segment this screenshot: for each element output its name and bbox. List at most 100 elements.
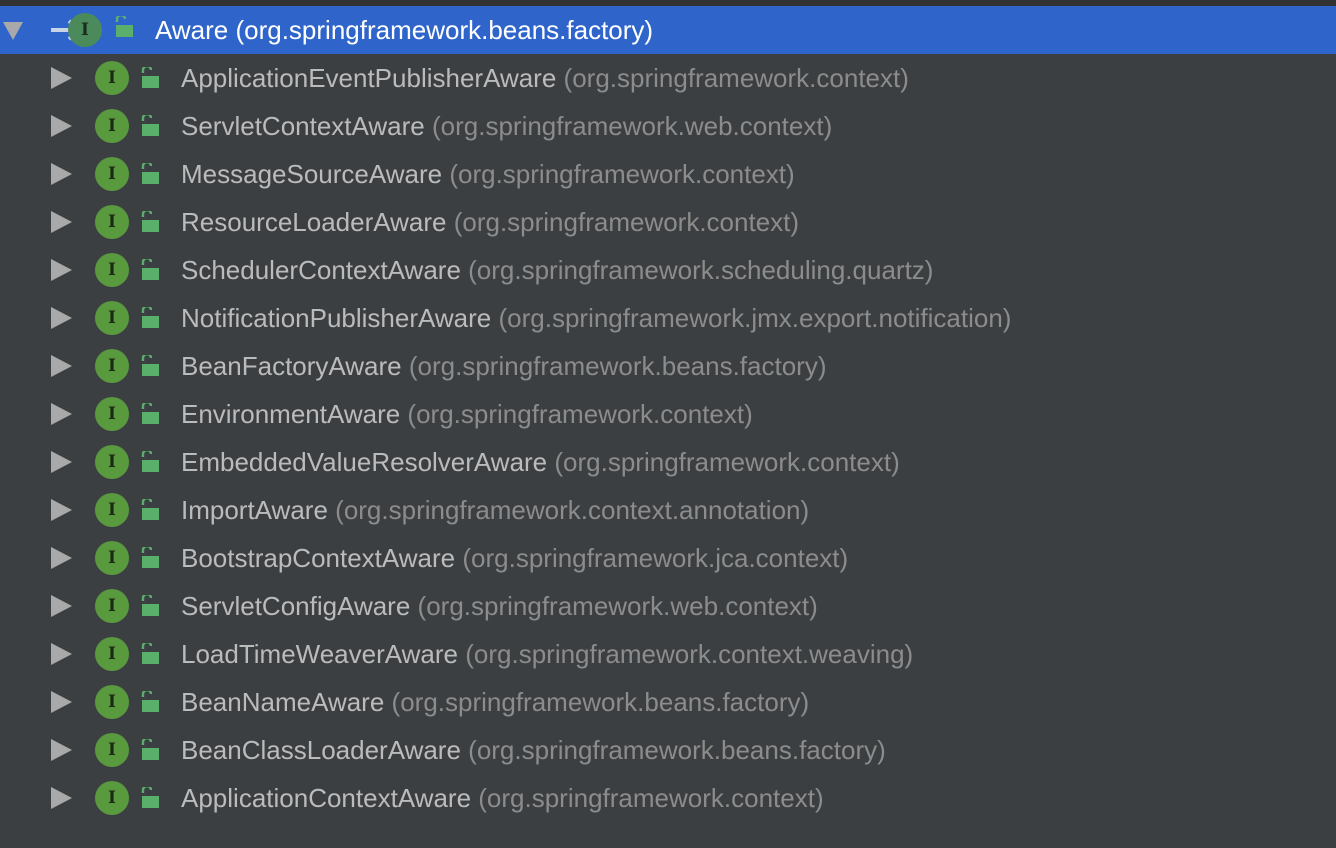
tree-node-label: ServletConfigAware (org.springframework.… (181, 591, 818, 622)
tree-row[interactable]: I BeanFactoryAware (org.springframework.… (0, 342, 1336, 390)
tree-row[interactable]: I ServletContextAware (org.springframewo… (0, 102, 1336, 150)
expand-arrow-icon[interactable] (51, 787, 72, 809)
package-name: (org.springframework.context) (554, 447, 900, 477)
package-name: (org.springframework.context) (478, 783, 824, 813)
type-name: BootstrapContextAware (181, 543, 456, 573)
type-name: EnvironmentAware (181, 399, 401, 429)
interface-icon: I (95, 253, 129, 287)
expand-arrow-icon[interactable] (51, 211, 72, 233)
type-name: ResourceLoaderAware (181, 207, 447, 237)
tree-node-label: BeanFactoryAware (org.springframework.be… (181, 351, 826, 382)
type-name: ApplicationContextAware (181, 783, 472, 813)
package-name: (org.springframework.scheduling.quartz) (468, 255, 934, 285)
expand-arrow-icon[interactable] (51, 403, 72, 425)
public-access-icon (141, 547, 159, 568)
tree-node-label: ApplicationContextAware (org.springframe… (181, 783, 824, 814)
expand-arrow-icon[interactable] (51, 451, 72, 473)
type-name: MessageSourceAware (181, 159, 443, 189)
public-access-icon (141, 163, 159, 184)
interface-icon: I (95, 637, 129, 671)
tree-row[interactable]: I LoadTimeWeaverAware (org.springframewo… (0, 630, 1336, 678)
package-name: (org.springframework.web.context) (417, 591, 818, 621)
type-name: LoadTimeWeaverAware (181, 639, 458, 669)
interface-icon: I (95, 397, 129, 431)
public-access-icon (141, 259, 159, 280)
tree-row[interactable]: I BeanClassLoaderAware (org.springframew… (0, 726, 1336, 774)
public-access-icon (141, 403, 159, 424)
interface-icon: I (95, 157, 129, 191)
type-name: BeanFactoryAware (181, 351, 402, 381)
type-name: NotificationPublisherAware (181, 303, 492, 333)
tree-row[interactable]: I BootstrapContextAware (org.springframe… (0, 534, 1336, 582)
tree-row[interactable]: I ApplicationContextAware (org.springfra… (0, 774, 1336, 822)
expand-arrow-icon[interactable] (51, 643, 72, 665)
tree-node-label: ServletContextAware (org.springframework… (181, 111, 832, 142)
expand-arrow-icon[interactable] (51, 163, 72, 185)
tree-node-label: LoadTimeWeaverAware (org.springframework… (181, 639, 913, 670)
expand-arrow-icon[interactable] (51, 691, 72, 713)
interface-icon: I (95, 301, 129, 335)
tree-node-label: SchedulerContextAware (org.springframewo… (181, 255, 933, 286)
package-name: (org.springframework.context) (563, 63, 909, 93)
type-name: ServletConfigAware (181, 591, 411, 621)
package-name: (org.springframework.context.annotation) (335, 495, 810, 525)
package-name: (org.springframework.beans.factory) (468, 735, 886, 765)
package-name: (org.springframework.web.context) (431, 111, 833, 141)
expand-arrow-icon[interactable] (51, 67, 72, 89)
expand-arrow-icon[interactable] (51, 499, 72, 521)
tree-row[interactable]: I MessageSourceAware (org.springframewor… (0, 150, 1336, 198)
tree-row[interactable]: I BeanNameAware (org.springframework.bea… (0, 678, 1336, 726)
tree-node-label: ApplicationEventPublisherAware (org.spri… (181, 63, 909, 94)
expand-arrow-icon[interactable] (51, 115, 72, 137)
tree-node-label: ImportAware (org.springframework.context… (181, 495, 809, 526)
public-access-icon (141, 643, 159, 664)
tree-row[interactable]: I ResourceLoaderAware (org.springframewo… (0, 198, 1336, 246)
public-access-icon (141, 499, 159, 520)
interface-icon: I (95, 445, 129, 479)
interface-icon: I (95, 349, 129, 383)
public-access-icon (141, 595, 159, 616)
type-name: BeanClassLoaderAware (181, 735, 461, 765)
tree-row[interactable]: I ImportAware (org.springframework.conte… (0, 486, 1336, 534)
type-hierarchy-tree[interactable]: I Aware (org.springframework.beans.facto… (0, 6, 1336, 822)
tree-row-root[interactable]: I Aware (org.springframework.beans.facto… (0, 6, 1336, 54)
interface-icon: I (95, 589, 129, 623)
expand-arrow-icon[interactable] (51, 739, 72, 761)
interface-icon: I (95, 205, 129, 239)
tree-node-label: BeanClassLoaderAware (org.springframewor… (181, 735, 886, 766)
package-name: (org.springframework.beans.factory) (391, 687, 810, 717)
package-name: (org.springframework.context) (453, 207, 800, 237)
interface-icon: I (95, 541, 129, 575)
public-access-icon (141, 355, 159, 376)
interface-icon: I (95, 733, 129, 767)
expand-arrow-icon[interactable] (51, 355, 72, 377)
public-access-icon (141, 787, 159, 808)
tree-node-label: MessageSourceAware (org.springframework.… (181, 159, 795, 190)
public-access-icon (141, 451, 159, 472)
tree-node-label: Aware (org.springframework.beans.factory… (155, 15, 653, 46)
public-access-icon (115, 16, 133, 37)
interface-icon: I (95, 61, 129, 95)
tree-node-label: EnvironmentAware (org.springframework.co… (181, 399, 753, 430)
public-access-icon (141, 67, 159, 88)
expand-arrow-icon[interactable] (51, 595, 72, 617)
collapse-arrow-icon[interactable] (3, 22, 23, 40)
package-name: (org.springframework.jmx.export.notifica… (498, 303, 1012, 333)
package-name: (org.springframework.beans.factory) (408, 351, 827, 381)
tree-row[interactable]: I ApplicationEventPublisherAware (org.sp… (0, 54, 1336, 102)
package-name: (org.springframework.beans.factory) (235, 15, 654, 45)
tree-row[interactable]: I NotificationPublisherAware (org.spring… (0, 294, 1336, 342)
tree-row[interactable]: I ServletConfigAware (org.springframewor… (0, 582, 1336, 630)
tree-row[interactable]: I EmbeddedValueResolverAware (org.spring… (0, 438, 1336, 486)
expand-arrow-icon[interactable] (51, 307, 72, 329)
package-name: (org.springframework.jca.context) (462, 543, 849, 573)
type-name: BeanNameAware (181, 687, 385, 717)
tree-row[interactable]: I EnvironmentAware (org.springframework.… (0, 390, 1336, 438)
tree-node-label: BeanNameAware (org.springframework.beans… (181, 687, 809, 718)
tree-row[interactable]: I SchedulerContextAware (org.springframe… (0, 246, 1336, 294)
expand-arrow-icon[interactable] (51, 259, 72, 281)
tree-node-label: BootstrapContextAware (org.springframewo… (181, 543, 848, 574)
tree-node-label: EmbeddedValueResolverAware (org.springfr… (181, 447, 900, 478)
public-access-icon (141, 115, 159, 136)
expand-arrow-icon[interactable] (51, 547, 72, 569)
